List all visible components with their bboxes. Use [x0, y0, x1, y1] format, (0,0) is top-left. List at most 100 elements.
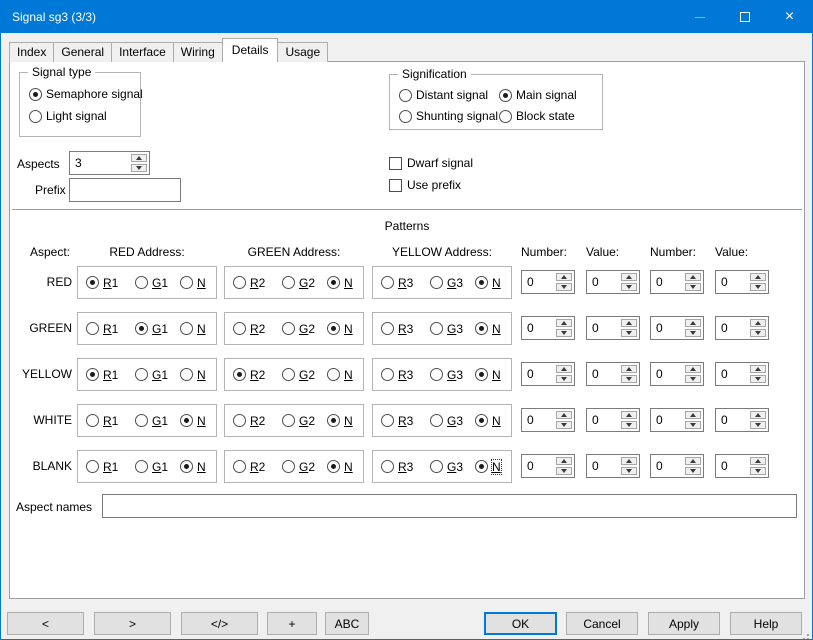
spinner-up-button[interactable]	[750, 411, 766, 419]
resize-grip[interactable]	[807, 634, 809, 636]
pattern-radio-red-g3-r3[interactable]: R3	[381, 267, 413, 298]
radio-distant-signal[interactable]: Distant signal	[399, 88, 499, 102]
spinner-down-button[interactable]	[685, 421, 701, 429]
pattern-radio-white-g3-n[interactable]: N	[475, 405, 501, 436]
spinner-down-button[interactable]	[750, 421, 766, 429]
pattern-radio-blank-g3-r3[interactable]: R3	[381, 451, 413, 482]
pattern-radio-blank-g1-r1[interactable]: R1	[86, 451, 118, 482]
pattern-radio-red-g1-g1[interactable]: G1	[135, 267, 168, 298]
pattern-spinner-green-3[interactable]: 0	[650, 316, 704, 340]
spinner-down-button[interactable]	[750, 329, 766, 337]
pattern-radio-blank-g2-g2[interactable]: G2	[282, 451, 315, 482]
spinner-down-button[interactable]	[750, 467, 766, 475]
pattern-spinner-green-4[interactable]: 0	[715, 316, 769, 340]
pattern-radio-green-g2-n[interactable]: N	[327, 313, 353, 344]
pattern-radio-yellow-g3-r3[interactable]: R3	[381, 359, 413, 390]
spinner-up-button[interactable]	[685, 457, 701, 465]
next-button[interactable]: >	[94, 612, 171, 635]
tab-index[interactable]: Index	[9, 42, 54, 62]
spinner-down-button[interactable]	[556, 375, 572, 383]
pattern-radio-blank-g3-n[interactable]: N	[475, 451, 501, 482]
code-button[interactable]: </>	[181, 612, 258, 635]
pattern-spinner-white-2[interactable]: 0	[586, 408, 640, 432]
abc-button[interactable]: ABC	[325, 612, 369, 635]
pattern-radio-green-g3-n[interactable]: N	[475, 313, 501, 344]
window-maximize-button[interactable]	[722, 1, 767, 33]
pattern-radio-green-g2-g2[interactable]: G2	[282, 313, 315, 344]
spinner-up-button[interactable]	[685, 319, 701, 327]
spinner-up-button[interactable]	[750, 273, 766, 281]
tab-wiring[interactable]: Wiring	[173, 42, 223, 62]
pattern-radio-yellow-g1-n[interactable]: N	[180, 359, 206, 390]
spinner-up-button[interactable]	[621, 457, 637, 465]
pattern-radio-green-g1-g1[interactable]: G1	[135, 313, 168, 344]
pattern-radio-yellow-g2-r2[interactable]: R2	[233, 359, 265, 390]
spinner-up-button[interactable]	[750, 457, 766, 465]
pattern-spinner-blank-1[interactable]: 0	[521, 454, 575, 478]
pattern-radio-yellow-g2-g2[interactable]: G2	[282, 359, 315, 390]
pattern-radio-white-g3-g3[interactable]: G3	[430, 405, 463, 436]
aspect-names-input[interactable]	[102, 494, 797, 518]
pattern-spinner-green-2[interactable]: 0	[586, 316, 640, 340]
pattern-radio-green-g3-r3[interactable]: R3	[381, 313, 413, 344]
pattern-radio-red-g1-r1[interactable]: R1	[86, 267, 118, 298]
spinner-down-button[interactable]	[750, 375, 766, 383]
pattern-radio-red-g3-g3[interactable]: G3	[430, 267, 463, 298]
add-button[interactable]: +	[267, 612, 317, 635]
window-minimize-button[interactable]	[677, 1, 722, 33]
tab-details[interactable]: Details	[222, 38, 279, 62]
pattern-radio-blank-g1-g1[interactable]: G1	[135, 451, 168, 482]
prev-button[interactable]: <	[7, 612, 84, 635]
spinner-down-button[interactable]	[685, 283, 701, 291]
tab-interface[interactable]: Interface	[111, 42, 174, 62]
spinner-down-button[interactable]	[621, 375, 637, 383]
checkbox-use-prefix[interactable]: Use prefix	[389, 178, 473, 192]
pattern-radio-white-g2-r2[interactable]: R2	[233, 405, 265, 436]
pattern-spinner-blank-3[interactable]: 0	[650, 454, 704, 478]
spinner-down-button[interactable]	[621, 283, 637, 291]
pattern-spinner-red-3[interactable]: 0	[650, 270, 704, 294]
spinner-down-button[interactable]	[750, 283, 766, 291]
spinner-up-button[interactable]	[750, 319, 766, 327]
spinner-down-button[interactable]	[131, 164, 147, 172]
spinner-down-button[interactable]	[556, 421, 572, 429]
spinner-down-button[interactable]	[556, 467, 572, 475]
spinner-down-button[interactable]	[621, 467, 637, 475]
pattern-radio-yellow-g1-g1[interactable]: G1	[135, 359, 168, 390]
spinner-up-button[interactable]	[685, 273, 701, 281]
cancel-button[interactable]: Cancel	[566, 612, 638, 635]
pattern-spinner-yellow-1[interactable]: 0	[521, 362, 575, 386]
spinner-up-button[interactable]	[556, 365, 572, 373]
pattern-spinner-green-1[interactable]: 0	[521, 316, 575, 340]
pattern-spinner-yellow-2[interactable]: 0	[586, 362, 640, 386]
spinner-up-button[interactable]	[556, 273, 572, 281]
pattern-radio-red-g1-n[interactable]: N	[180, 267, 206, 298]
spinner-up-button[interactable]	[621, 319, 637, 327]
spinner-up-button[interactable]	[685, 365, 701, 373]
radio-block-state[interactable]: Block state	[499, 109, 577, 123]
radio-main-signal[interactable]: Main signal	[499, 88, 577, 102]
pattern-radio-white-g2-g2[interactable]: G2	[282, 405, 315, 436]
pattern-spinner-yellow-4[interactable]: 0	[715, 362, 769, 386]
radio-light-signal[interactable]: Light signal	[29, 109, 143, 123]
pattern-radio-white-g3-r3[interactable]: R3	[381, 405, 413, 436]
tab-general[interactable]: General	[53, 42, 112, 62]
prefix-input[interactable]	[69, 178, 181, 202]
window-close-button[interactable]: ×	[767, 1, 812, 33]
pattern-radio-white-g1-n[interactable]: N	[180, 405, 206, 436]
pattern-spinner-white-4[interactable]: 0	[715, 408, 769, 432]
pattern-radio-red-g2-r2[interactable]: R2	[233, 267, 265, 298]
apply-button[interactable]: Apply	[648, 612, 720, 635]
pattern-radio-green-g1-r1[interactable]: R1	[86, 313, 118, 344]
spinner-up-button[interactable]	[556, 411, 572, 419]
pattern-radio-green-g2-r2[interactable]: R2	[233, 313, 265, 344]
spinner-up-button[interactable]	[685, 411, 701, 419]
pattern-spinner-red-2[interactable]: 0	[586, 270, 640, 294]
pattern-radio-blank-g2-r2[interactable]: R2	[233, 451, 265, 482]
aspects-spinner[interactable]: 3	[69, 151, 150, 175]
title-bar[interactable]: Signal sg3 (3/3) ×	[1, 1, 812, 33]
pattern-radio-blank-g2-n[interactable]: N	[327, 451, 353, 482]
spinner-down-button[interactable]	[556, 329, 572, 337]
pattern-radio-green-g3-g3[interactable]: G3	[430, 313, 463, 344]
pattern-spinner-white-3[interactable]: 0	[650, 408, 704, 432]
